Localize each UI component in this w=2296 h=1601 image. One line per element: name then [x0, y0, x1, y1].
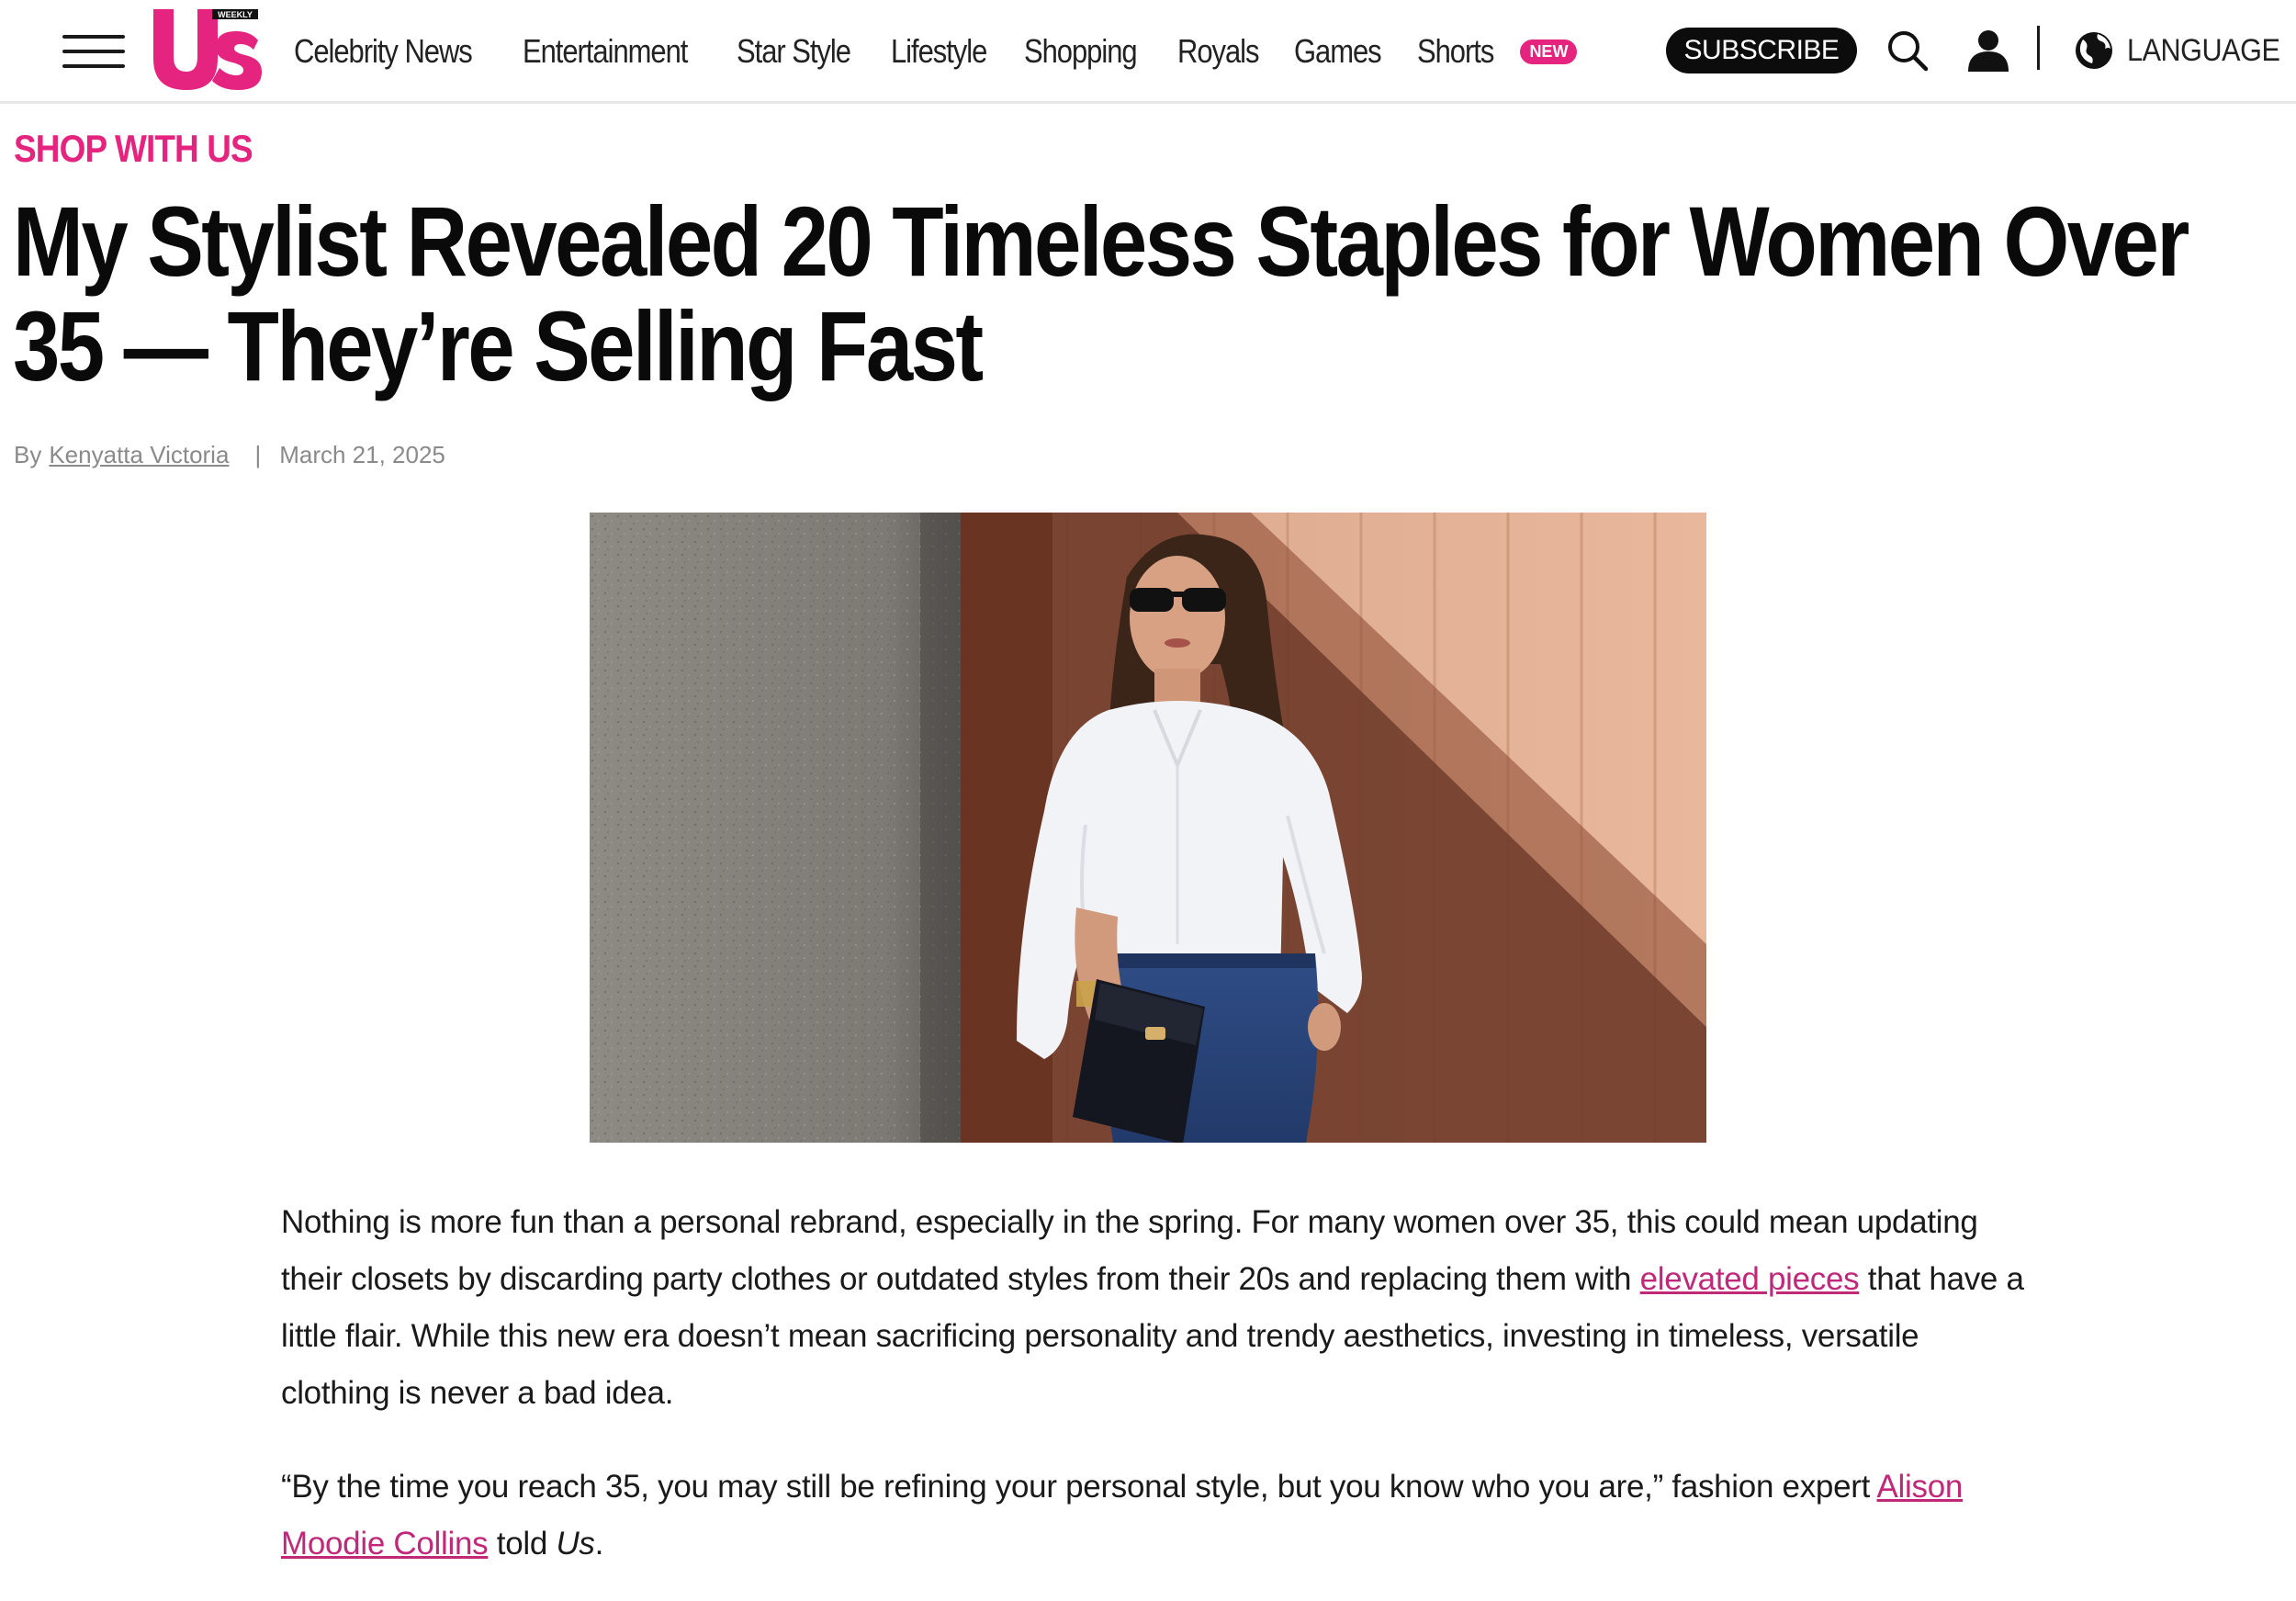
section-kicker[interactable]: SHOP WITH US — [14, 127, 253, 171]
logo-tag: WEEKLY — [218, 10, 253, 19]
elevated-pieces-link[interactable]: elevated pieces — [1640, 1261, 1860, 1297]
paragraph-2-middle: told — [488, 1526, 557, 1562]
hero-image — [590, 513, 1706, 1143]
nav-item-celebrity-news[interactable]: Celebrity News — [294, 32, 473, 71]
nav-item-shorts-wrap: Shorts NEW — [1417, 32, 1578, 71]
us-weekly-logo[interactable]: WEEKLY — [150, 7, 262, 94]
publish-date: March 21, 2025 — [279, 441, 445, 468]
menu-icon[interactable] — [62, 35, 125, 68]
paragraph-2: “By the time you reach 35, you may still… — [281, 1459, 2026, 1573]
paragraph-2-end: . — [594, 1526, 604, 1562]
new-badge: NEW — [1520, 39, 1578, 64]
search-icon[interactable] — [1886, 29, 1929, 72]
article-headline: My Stylist Revealed 20 Timeless Staples … — [13, 186, 2189, 401]
site-header: WEEKLY Celebrity News Entertainment Star… — [0, 0, 2296, 104]
byline-prefix: By — [14, 441, 42, 468]
nav-item-royals[interactable]: Royals — [1177, 32, 1259, 71]
paragraph-1: Nothing is more fun than a personal rebr… — [281, 1194, 2026, 1422]
language-selector[interactable]: LANGUAGE — [2074, 28, 2296, 73]
paragraph-2-text: “By the time you reach 35, you may still… — [281, 1469, 1877, 1505]
subscribe-button[interactable]: SUBSCRIBE — [1666, 28, 1857, 73]
language-label: LANGUAGE — [2127, 32, 2280, 68]
user-icon[interactable] — [1965, 28, 2011, 73]
globe-icon — [2076, 32, 2112, 69]
nav-item-star-style[interactable]: Star Style — [737, 32, 851, 71]
nav-item-shorts[interactable]: Shorts — [1417, 32, 1494, 71]
main-nav: Celebrity News Entertainment Star Style … — [294, 26, 1578, 77]
nav-item-entertainment[interactable]: Entertainment — [523, 32, 688, 71]
author-link[interactable]: Kenyatta Victoria — [49, 441, 229, 469]
article-body: Nothing is more fun than a personal rebr… — [281, 1194, 2026, 1601]
paragraph-2-em: Us — [556, 1526, 595, 1562]
nav-item-games[interactable]: Games — [1294, 32, 1382, 71]
byline-separator: | — [254, 441, 262, 468]
byline: By Kenyatta Victoria | March 21, 2025 — [14, 441, 445, 469]
nav-item-lifestyle[interactable]: Lifestyle — [891, 32, 987, 71]
nav-item-shopping[interactable]: Shopping — [1024, 32, 1138, 71]
header-divider — [2037, 26, 2040, 70]
